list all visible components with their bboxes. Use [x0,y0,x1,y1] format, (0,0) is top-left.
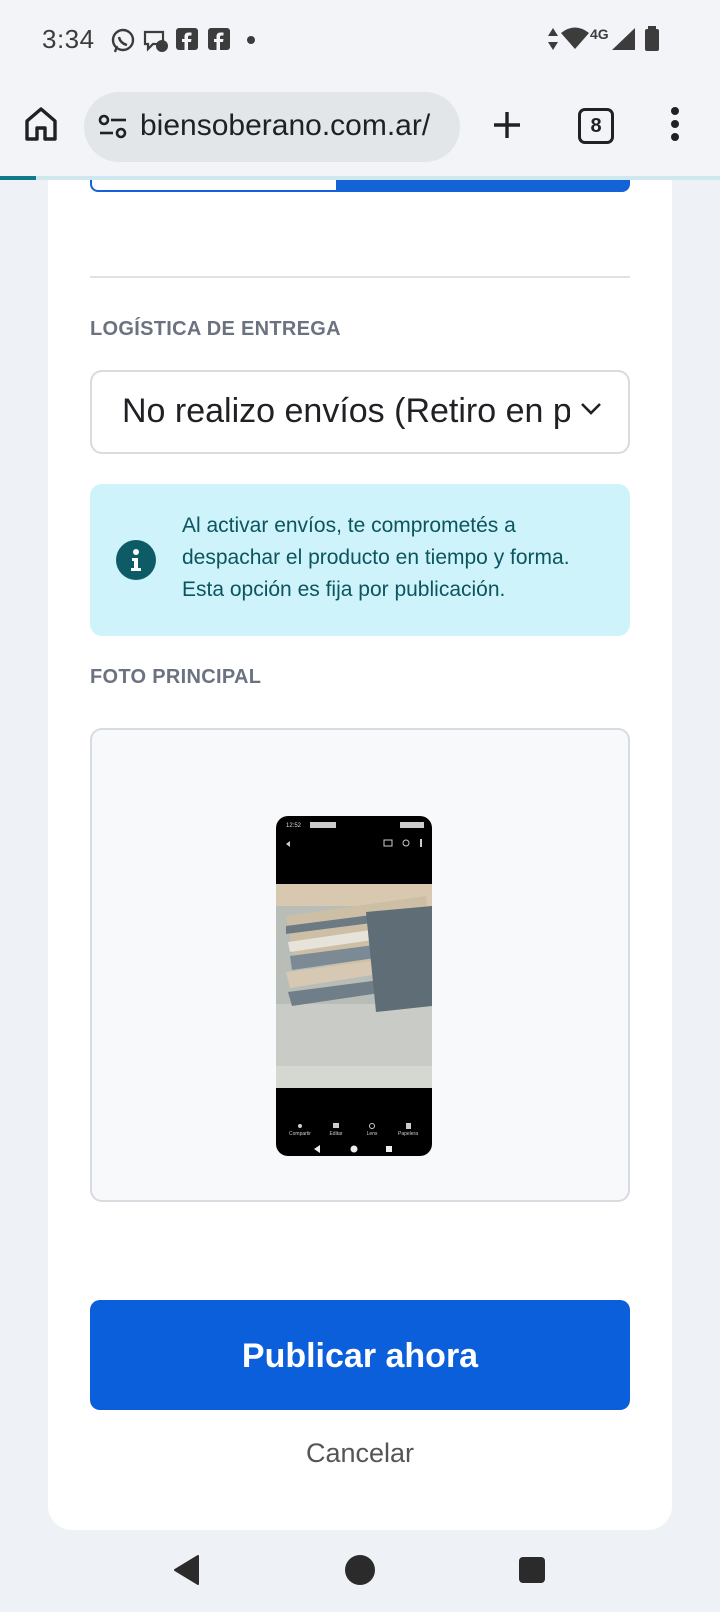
url-bar[interactable]: biensoberano.com.ar/ [84,92,460,162]
system-nav-bar [0,1540,720,1612]
logistics-label: LOGÍSTICA DE ENTREGA [90,318,341,340]
new-tab-icon[interactable] [492,110,522,140]
url-text: biensoberano.com.ar/ [140,109,431,142]
site-settings-icon[interactable] [98,114,128,140]
tab-switcher-button[interactable]: 8 [578,108,614,144]
main-photo-thumbnail: 12:52 Compartir Editar Lens Papelera [276,816,432,1156]
home-icon[interactable] [24,106,58,142]
data-arrows-icon [548,28,558,50]
thumbnail-action-lens: Lens [367,1131,378,1137]
logistics-select[interactable]: No realizo envíos (Retiro en persona) [90,370,630,454]
network-label: 4G [590,26,609,42]
messenger-icon [143,30,168,52]
info-icon [116,540,156,580]
logistics-select-value: No realizo envíos (Retiro en persona) [122,392,570,430]
status-time: 3:34 [42,24,95,54]
toggle-strip [90,180,630,192]
browser-toolbar: biensoberano.com.ar/ 8 [0,80,720,178]
toggle-option-left[interactable] [90,180,338,192]
publish-button[interactable]: Publicar ahora [90,1300,630,1410]
chevron-down-icon [581,403,601,415]
battery-icon [645,26,659,51]
home-nav-icon[interactable] [344,1554,376,1586]
dot-icon [247,36,255,44]
facebook-icon [208,28,230,50]
form-card: LOGÍSTICA DE ENTREGA No realizo envíos (… [48,180,672,1530]
cancel-link[interactable]: Cancelar [90,1438,630,1469]
thumbnail-status-time: 12:52 [286,823,302,829]
toggle-option-right[interactable] [336,180,630,192]
info-text: Al activar envíos, te comprometés a desp… [182,514,570,601]
photo-label: FOTO PRINCIPAL [90,666,262,688]
recents-icon[interactable] [518,1556,546,1584]
divider [90,276,630,278]
thumbnail-action-edit: Editar [329,1131,342,1137]
more-menu-icon[interactable] [670,106,680,142]
wifi-icon [561,27,589,49]
thumbnail-action-share: Compartir [289,1131,311,1137]
info-notice: Al activar envíos, te comprometés a desp… [90,484,630,636]
back-icon[interactable] [172,1554,200,1586]
thumbnail-action-trash: Papelera [398,1131,418,1137]
facebook-icon [176,28,198,50]
signal-icon [612,28,635,50]
photo-upload-area[interactable]: 12:52 Compartir Editar Lens Papelera [90,728,630,1202]
whatsapp-icon [111,28,135,53]
status-bar: 3:34 4G [0,0,720,80]
